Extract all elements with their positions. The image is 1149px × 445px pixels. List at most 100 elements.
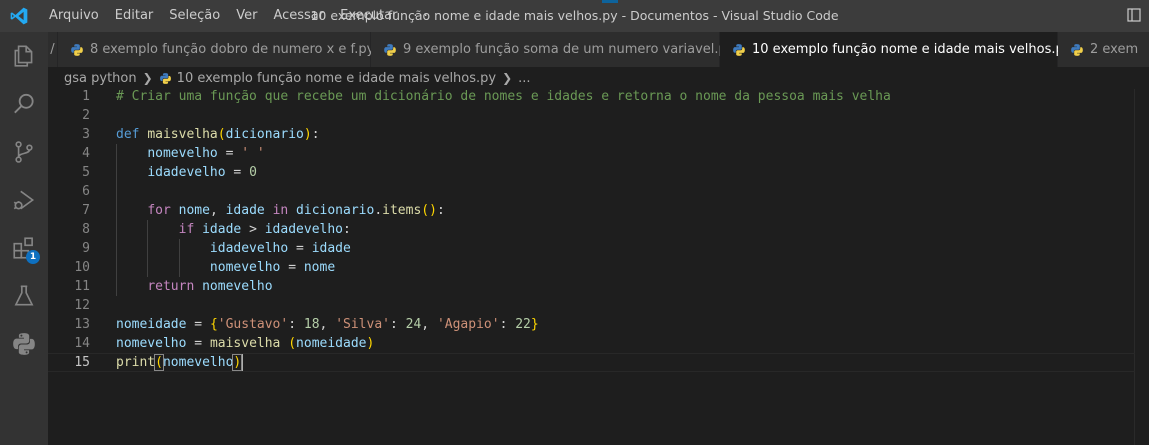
code-text: print(nomevelho) <box>116 354 244 371</box>
tab-9-exemplo[interactable]: 9 exemplo função soma de um numero varia… <box>371 32 735 67</box>
code-text: nomevelho = maisvelha (nomeidade) <box>116 334 374 353</box>
code-token: nomevelho <box>162 355 234 370</box>
breadcrumb-more[interactable]: ... <box>518 71 530 86</box>
code-token: idade <box>311 241 351 256</box>
tab-10-exemplo[interactable]: 10 exemplo função nome e idade mais velh… <box>720 32 1094 67</box>
code-text: idadevelho = 0 <box>116 163 257 182</box>
tab-2-exemplo[interactable]: 2 exem <box>1058 32 1149 67</box>
menu-more-icon[interactable]: ··· <box>405 9 436 24</box>
search-button[interactable] <box>0 80 48 128</box>
explorer-button[interactable] <box>0 32 48 80</box>
code-token: nomevelho <box>209 260 281 275</box>
toggle-layout-icon[interactable] <box>1127 8 1141 22</box>
code-token: : <box>288 317 304 332</box>
code-token: maisvelha <box>209 336 281 351</box>
testing-button[interactable] <box>0 272 48 320</box>
code-token: ) <box>232 354 243 371</box>
line-number: 4 <box>82 146 90 161</box>
code-line[interactable]: 14 nomevelho = maisvelha (nomeidade) <box>48 334 1135 353</box>
line-number: 2 <box>82 108 90 123</box>
code-token: : <box>499 317 516 332</box>
code-line[interactable]: 3 def maisvelha(dicionario): <box>48 125 1135 144</box>
code-token: : <box>389 317 406 332</box>
code-token: dicionario <box>225 127 304 142</box>
code-token: = <box>186 317 210 332</box>
code-token: 18 <box>303 317 320 332</box>
code-text: def maisvelha(dicionario): <box>116 125 320 144</box>
code-text: idadevelho = idade <box>116 239 351 258</box>
line-number: 3 <box>82 127 90 142</box>
tab-label: 2 exem <box>1090 42 1139 57</box>
code-line[interactable]: 7 for nome, idade in dicionario.items(): <box>48 201 1135 220</box>
code-line[interactable]: 15 print(nomevelho) <box>48 353 1135 372</box>
python-button[interactable] <box>0 320 48 368</box>
menu-selecao[interactable]: Seleção <box>161 0 228 32</box>
line-number: 15 <box>74 355 90 370</box>
python-file-icon <box>733 43 745 56</box>
line-number: 12 <box>74 298 90 313</box>
code-text: nomeidade = {'Gustavo': 18, 'Silva': 24,… <box>116 315 539 334</box>
extensions-button[interactable]: 1 <box>0 224 48 272</box>
code-line[interactable]: 13 nomeidade = {'Gustavo': 18, 'Silva': 2… <box>48 315 1135 334</box>
tab-hidden-left-label: / <box>50 42 55 57</box>
code-token: ) <box>303 127 312 142</box>
line-number: 13 <box>74 317 90 332</box>
code-text: nomevelho = ' ' <box>116 144 264 163</box>
breadcrumb-folder[interactable]: gsa python <box>64 71 137 86</box>
code-line[interactable]: 1 # Criar uma função que recebe um dicion… <box>48 87 1135 106</box>
code-editor[interactable]: 1 # Criar uma função que recebe um dicion… <box>48 89 1149 445</box>
code-line[interactable]: 6 <box>48 182 1135 201</box>
vertical-scrollbar[interactable] <box>1134 89 1149 445</box>
code-token: > <box>241 222 265 237</box>
code-line[interactable]: 4 nomevelho = ' ' <box>48 144 1135 163</box>
code-token: idadevelho <box>209 241 289 256</box>
tab-label: 9 exemplo função soma de um numero varia… <box>403 42 735 57</box>
code-line[interactable]: 9 idadevelho = idade <box>48 239 1135 258</box>
code-token: = <box>288 241 312 256</box>
extensions-badge: 1 <box>26 250 40 264</box>
code-token: () <box>421 203 437 218</box>
code-token: , <box>421 317 437 332</box>
menu-ver[interactable]: Ver <box>228 0 265 32</box>
source-control-button[interactable] <box>0 128 48 176</box>
code-token: return <box>147 279 195 294</box>
code-line[interactable]: 8 if idade > idadevelho: <box>48 220 1135 239</box>
line-number: 9 <box>82 241 90 256</box>
menu-editar[interactable]: Editar <box>107 0 162 32</box>
chevron-right-icon: ❯ <box>502 71 513 85</box>
code-text: for nome, idade in dicionario.items(): <box>116 201 444 220</box>
code-line[interactable]: 12 <box>48 296 1135 315</box>
tab-hidden-left[interactable]: / <box>48 32 58 67</box>
code-token: nomevelho <box>202 279 273 294</box>
menu-acessar[interactable]: Acessar <box>265 0 332 32</box>
code-token: , <box>209 203 226 218</box>
code-token: for <box>147 203 171 218</box>
tab-8-exemplo[interactable]: 8 exemplo função dobro de numero x e f.p… <box>58 32 374 67</box>
breadcrumb-file[interactable]: 10 exemplo função nome e idade mais velh… <box>177 71 496 86</box>
code-token: ( <box>288 336 297 351</box>
activity-bar: 1 <box>0 32 48 445</box>
code-token: : <box>311 127 320 142</box>
python-file-icon <box>71 43 83 56</box>
code-line[interactable]: 5 idadevelho = 0 <box>48 163 1135 182</box>
line-number: 6 <box>82 184 90 199</box>
menu-executar[interactable]: Executar <box>332 0 405 32</box>
code-token: = <box>186 336 210 351</box>
code-line[interactable]: 10 nomevelho = nome <box>48 258 1135 277</box>
testing-icon <box>14 285 34 306</box>
code-token: = <box>217 146 242 161</box>
code-token: in <box>272 203 289 218</box>
code-token: 'Agapio' <box>436 317 500 332</box>
run-debug-button[interactable] <box>0 176 48 224</box>
code-token: nomevelho <box>147 146 218 161</box>
code-token: items <box>382 203 422 218</box>
code-token: def <box>116 127 140 142</box>
code-token: 'Gustavo' <box>217 317 289 332</box>
code-token: 24 <box>405 317 422 332</box>
menu-arquivo[interactable]: Arquivo <box>41 0 107 32</box>
code-line[interactable]: 2 <box>48 106 1135 125</box>
code-line[interactable]: 11 return nomevelho <box>48 277 1135 296</box>
vscode-logo-icon <box>10 7 28 25</box>
